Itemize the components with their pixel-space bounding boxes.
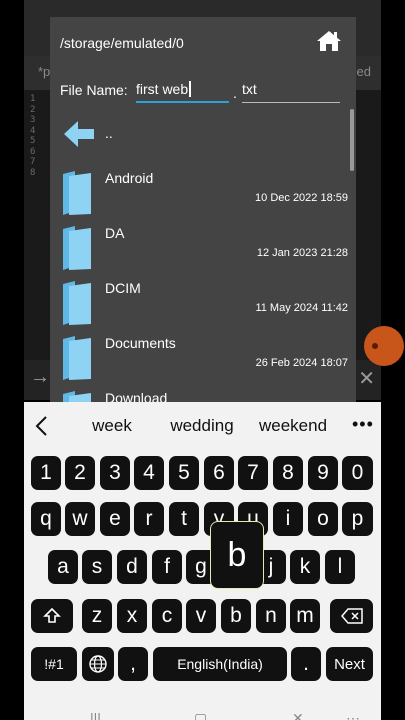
floating-action-button[interactable]: [364, 326, 404, 366]
extension-separator: .: [233, 85, 237, 101]
folder-row[interactable]: Android 10 Dec 2022 18:59: [50, 164, 356, 219]
key-c[interactable]: c: [152, 599, 182, 633]
keyboard-options-icon[interactable]: ⋯: [346, 710, 360, 720]
parent-directory-label: ..: [105, 125, 113, 141]
key-t[interactable]: t: [169, 502, 199, 536]
key-m[interactable]: m: [290, 599, 320, 633]
folder-date: 11 May 2024 11:42: [255, 302, 348, 314]
key-q[interactable]: q: [31, 502, 61, 536]
key-6[interactable]: 6: [204, 456, 234, 490]
current-path: /storage/emulated/0: [60, 35, 184, 51]
key-x[interactable]: x: [117, 599, 147, 633]
key-n[interactable]: n: [256, 599, 286, 633]
key-w[interactable]: w: [65, 502, 95, 536]
extension-input[interactable]: txt: [242, 79, 340, 103]
key-e[interactable]: e: [100, 502, 130, 536]
key-0[interactable]: 0: [342, 456, 373, 490]
symbols-key[interactable]: !#1: [31, 647, 77, 681]
folder-name: DA: [105, 225, 125, 241]
folder-name: Documents: [105, 335, 176, 351]
text-cursor: [189, 81, 191, 97]
folder-icon: [63, 226, 91, 270]
key-a[interactable]: a: [48, 550, 78, 584]
folder-icon: [63, 171, 91, 215]
key-press-preview: b: [210, 521, 264, 589]
chevron-left-icon[interactable]: [32, 414, 52, 438]
key-d[interactable]: d: [117, 550, 147, 584]
arrow-right-icon: →: [30, 366, 50, 388]
key-r[interactable]: r: [134, 502, 164, 536]
comma-key[interactable]: ,: [118, 647, 148, 681]
folder-row[interactable]: DCIM 11 May 2024 11:42: [50, 274, 356, 329]
folder-row[interactable]: Download: [50, 384, 356, 402]
file-name-value: first web: [136, 81, 189, 97]
key-b[interactable]: b: [221, 599, 251, 633]
parent-directory-row[interactable]: ..: [50, 109, 356, 164]
folder-date: 26 Feb 2024 18:07: [255, 357, 348, 369]
key-s[interactable]: s: [82, 550, 112, 584]
back-nav-icon[interactable]: ✕: [292, 710, 304, 720]
home-nav-icon[interactable]: ▢: [194, 710, 207, 720]
space-key[interactable]: English(India): [153, 647, 287, 681]
shift-icon: [43, 607, 61, 623]
backspace-icon: [340, 608, 363, 624]
key-3[interactable]: 3: [100, 456, 130, 490]
background-tab-left: *p: [38, 64, 51, 79]
folder-name: DCIM: [105, 280, 141, 296]
globe-icon: [89, 655, 107, 673]
backspace-key[interactable]: [330, 599, 373, 633]
arrow-left-icon: [64, 121, 94, 147]
folder-name: Download: [105, 390, 168, 402]
recents-icon[interactable]: |||: [90, 710, 101, 720]
key-8[interactable]: 8: [273, 456, 303, 490]
key-l[interactable]: l: [325, 550, 355, 584]
folder-icon: [63, 281, 91, 325]
key-o[interactable]: o: [308, 502, 338, 536]
system-nav-bar: ||| ▢ ✕ ⋯: [24, 700, 381, 720]
folder-icon: [63, 336, 91, 380]
key-z[interactable]: z: [82, 599, 112, 633]
folder-date: 12 Jan 2023 21:28: [256, 247, 348, 259]
suggestion-3[interactable]: weekend: [253, 416, 333, 436]
folder-row[interactable]: DA 12 Jan 2023 21:28: [50, 219, 356, 274]
key-f[interactable]: f: [152, 550, 182, 584]
file-name-label: File Name:: [60, 82, 128, 98]
background-line-numbers: 1 2 3 4 5 6 7 8: [30, 94, 36, 178]
key-k[interactable]: k: [290, 550, 320, 584]
folder-date: 10 Dec 2022 18:59: [255, 192, 348, 204]
save-file-dialog: /storage/emulated/0 File Name: first web…: [50, 17, 356, 402]
key-p[interactable]: p: [342, 502, 373, 536]
key-i[interactable]: i: [273, 502, 303, 536]
home-icon[interactable]: [316, 29, 342, 53]
shift-key[interactable]: [31, 599, 73, 633]
close-icon: ✕: [358, 368, 375, 390]
key-1[interactable]: 1: [31, 456, 61, 490]
folder-icon: [63, 391, 91, 402]
suggestion-2[interactable]: wedding: [164, 416, 240, 436]
next-key[interactable]: Next: [326, 647, 373, 681]
file-name-input[interactable]: first web: [136, 79, 229, 103]
key-5[interactable]: 5: [169, 456, 199, 490]
language-key[interactable]: [82, 647, 114, 681]
folder-row[interactable]: Documents 26 Feb 2024 18:07: [50, 329, 356, 384]
key-4[interactable]: 4: [134, 456, 164, 490]
background-tab-right: ed: [356, 64, 371, 79]
key-9[interactable]: 9: [308, 456, 338, 490]
period-key[interactable]: .: [291, 647, 321, 681]
more-options-icon[interactable]: •••: [352, 414, 374, 435]
suggestion-bar: week wedding weekend •••: [24, 402, 381, 448]
key-7[interactable]: 7: [238, 456, 268, 490]
suggestion-1[interactable]: week: [80, 416, 144, 436]
key-2[interactable]: 2: [65, 456, 95, 490]
key-v[interactable]: v: [186, 599, 216, 633]
folder-name: Android: [105, 170, 154, 186]
